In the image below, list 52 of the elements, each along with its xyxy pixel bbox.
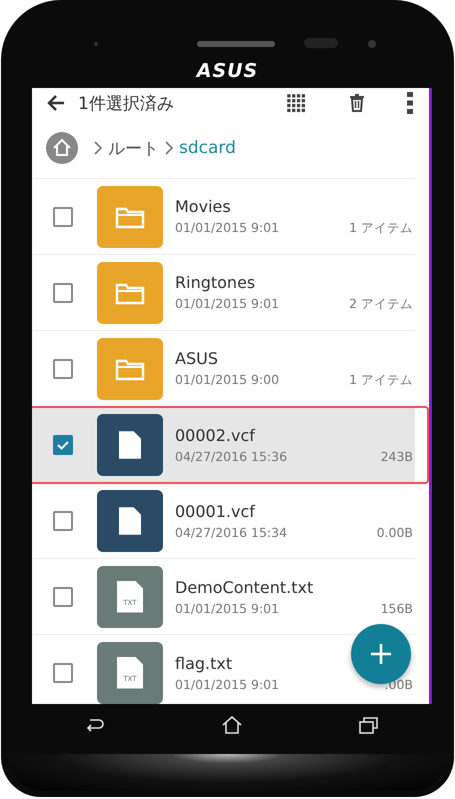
checkbox[interactable] [53, 282, 73, 302]
file-row[interactable]: ASUS 01/01/2015 9:00 1 アイテム [32, 331, 415, 407]
plus-icon [369, 642, 393, 666]
folder-icon [97, 262, 163, 324]
file-date: 04/27/2016 15:34 [175, 524, 288, 540]
chevron-icon [165, 141, 173, 155]
sensor-icon [94, 42, 98, 46]
chevron-icon [94, 141, 102, 155]
file-name: 00001.vcf [175, 502, 255, 520]
file-size: 0.00B [376, 524, 413, 540]
file-name: 00002.vcf [175, 426, 255, 444]
file-name: Ringtones [175, 272, 256, 292]
trash-icon[interactable] [347, 92, 367, 114]
breadcrumb-item[interactable]: ルート [108, 136, 159, 160]
file-date: 01/01/2015 9:01 [175, 220, 280, 236]
checkbox[interactable] [53, 662, 73, 682]
file-icon [97, 490, 163, 552]
file-row[interactable]: Movies 01/01/2015 9:01 1 アイテム [32, 179, 415, 255]
checkbox[interactable] [53, 358, 73, 378]
file-row[interactable]: 00001.vcf 04/27/2016 15:34 0.00B [32, 483, 415, 559]
file-date: 04/27/2016 15:36 [175, 448, 288, 464]
file-icon [97, 414, 163, 476]
file-size: 1 アイテム [349, 372, 413, 388]
checkbox[interactable] [53, 510, 73, 530]
file-date: 01/01/2015 9:01 [175, 296, 280, 312]
file-size: 2 アイテム [349, 296, 413, 312]
file-size: 243B [380, 448, 413, 464]
checkbox[interactable] [53, 586, 73, 606]
checkbox[interactable] [53, 434, 73, 454]
selection-title: 1件選択済み [78, 92, 175, 114]
folder-icon [97, 338, 163, 400]
select-all-icon[interactable] [285, 92, 307, 114]
file-name: ASUS [175, 348, 218, 368]
back-arrow-icon[interactable] [46, 93, 66, 113]
file-name: flag.txt [175, 654, 232, 672]
brand-logo: ASUS [196, 60, 258, 82]
more-icon[interactable] [407, 92, 413, 114]
checkbox[interactable] [53, 206, 73, 226]
folder-icon [97, 186, 163, 248]
file-date: 01/01/2015 9:01 [175, 676, 280, 692]
recent-apps-icon[interactable] [359, 716, 379, 734]
home-icon[interactable] [222, 716, 242, 734]
file-size: 156B [380, 600, 413, 616]
breadcrumb-item[interactable]: sdcard [179, 138, 236, 158]
file-name: DemoContent.txt [175, 578, 314, 596]
camera-icon [368, 40, 376, 48]
back-icon[interactable] [85, 717, 105, 733]
file-name: Movies [175, 196, 231, 216]
file-size: 1 アイテム [349, 220, 413, 236]
file-date: 01/01/2015 9:01 [175, 600, 280, 616]
file-date: 01/01/2015 9:00 [175, 372, 280, 388]
file-row[interactable]: Ringtones 01/01/2015 9:01 2 アイテム [32, 255, 415, 331]
